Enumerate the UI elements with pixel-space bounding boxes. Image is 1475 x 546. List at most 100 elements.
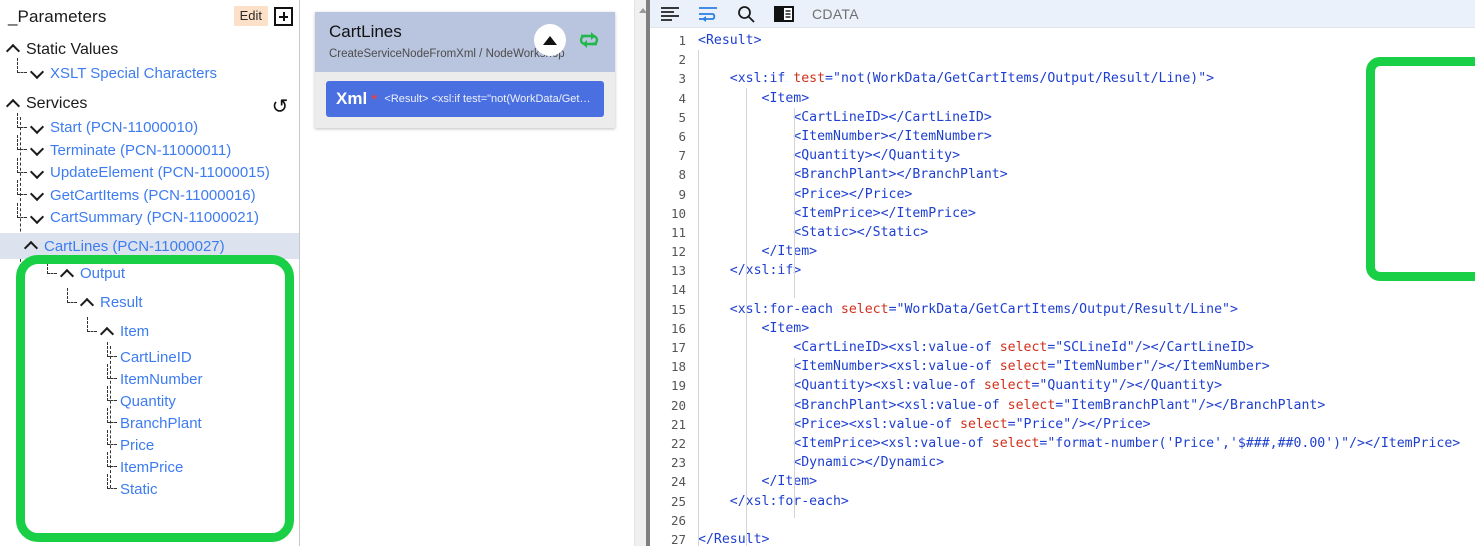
line-number: 9 (678, 186, 686, 202)
xml-chip-snippet: <Result> <xsl:if test="not(WorkData/GetC… (384, 93, 594, 105)
page-title: _Parameters (8, 7, 107, 26)
tree-leaf-price[interactable]: Price (0, 430, 299, 456)
tree-connector (44, 258, 60, 285)
chevron-up-icon (24, 239, 38, 253)
editor-mode-label: CDATA (812, 5, 859, 22)
code-content-area[interactable]: 1 2 3 4 5 6 7 8 9 10 11 12 13 14 15 16 17 18 19 20 21 22 23 24 2… (650, 28, 1475, 546)
code-line[interactable]: </xsl:if> (698, 261, 1460, 280)
code-line[interactable]: </Item> (698, 472, 1460, 491)
tree-item-label: CartLines (PCN-11000027) (44, 237, 225, 255)
code-line[interactable]: <Result> (698, 31, 1460, 50)
card-body: Xml * <Result> <xsl:if test="not(WorkDat… (315, 72, 615, 128)
code-line[interactable] (698, 280, 1460, 299)
tree-connector (64, 287, 80, 314)
code-line[interactable]: <Price><xsl:value-of select="Price"/></P… (698, 415, 1460, 434)
tree-item-label: ItemPrice (120, 458, 184, 476)
code-line[interactable]: <Quantity></Quantity> (698, 146, 1460, 165)
code-line[interactable]: <xsl:if test="not(WorkData/GetCartItems/… (698, 69, 1460, 88)
chevron-up-icon (6, 42, 20, 56)
line-number: 3 (678, 71, 686, 87)
code-line[interactable]: <xsl:for-each select="WorkData/GetCartIt… (698, 300, 1460, 319)
tree-item-xslt-special-characters[interactable]: XSLT Special Characters (0, 58, 299, 85)
tree-group-label: Services (26, 95, 88, 112)
cartlines-card: CartLines CreateServiceNodeFromXml / Nod… (315, 12, 615, 128)
sidebar-item-terminate[interactable]: Terminate (PCN-11000011) (0, 135, 299, 162)
tree-connector (14, 58, 30, 84)
parameters-panel-header: _Parameters Edit (0, 0, 299, 36)
code-line[interactable]: <CartLineID></CartLineID> (698, 108, 1460, 127)
code-line[interactable]: <Item> (698, 319, 1460, 338)
line-number: 12 (670, 244, 686, 260)
tree-item-label: Result (100, 294, 143, 311)
tree-leaf-itemnumber[interactable]: ItemNumber (0, 364, 299, 390)
code-line[interactable]: <Dynamic></Dynamic> (698, 453, 1460, 472)
code-line[interactable]: </Item> (698, 242, 1460, 261)
tree-leaf-static[interactable]: Static (0, 474, 299, 500)
line-number: 8 (678, 167, 686, 183)
code-line[interactable]: <Item> (698, 89, 1460, 108)
word-wrap-icon[interactable] (696, 3, 720, 25)
tree-node-result[interactable]: Result (0, 287, 299, 317)
code-line[interactable]: <Quantity><xsl:value-of select="Quantity… (698, 376, 1460, 395)
sidebar-item-getcartitems[interactable]: GetCartItems (PCN-11000016) (0, 180, 299, 207)
panel-header-actions: Edit (233, 6, 293, 26)
code-line[interactable]: <CartLineID><xsl:value-of select="SCLine… (698, 338, 1460, 357)
search-icon[interactable] (734, 3, 758, 25)
sidebar-item-cartlines[interactable]: CartLines (PCN-11000027) (0, 233, 299, 259)
line-number: 6 (678, 128, 686, 144)
triangle-up-icon[interactable] (534, 24, 566, 56)
code-lines[interactable]: <Result> <xsl:if test="not(WorkData/GetC… (698, 28, 1460, 546)
align-left-icon[interactable] (658, 3, 682, 25)
code-line[interactable]: <Static></Static> (698, 223, 1460, 242)
tree-leaf-quantity[interactable]: Quantity (0, 386, 299, 412)
code-line[interactable] (698, 50, 1460, 69)
tree-leaf-cartlineid[interactable]: CartLineID (0, 342, 299, 368)
tree-connector (14, 202, 30, 229)
sidebar-item-start[interactable]: Start (PCN-11000010) (0, 112, 299, 140)
indent-guide (746, 88, 747, 546)
chevron-up-icon (80, 296, 94, 310)
toggle-panel-icon[interactable] (772, 3, 796, 25)
code-line[interactable]: <ItemNumber><xsl:value-of select="ItemNu… (698, 357, 1460, 376)
tree-connector (104, 474, 120, 500)
parameters-panel: _Parameters Edit ↺ Static Values XSLT Sp… (0, 0, 300, 546)
code-line[interactable]: <ItemPrice></ItemPrice> (698, 204, 1460, 223)
chevron-down-icon (30, 166, 44, 180)
tree-group-label: Static Values (26, 40, 119, 58)
tree-group-static-values[interactable]: Static Values (0, 36, 299, 62)
tree-leaf-branchplant[interactable]: BranchPlant (0, 408, 299, 434)
tree-leaf-itemprice[interactable]: ItemPrice (0, 452, 299, 478)
tree-node-item[interactable]: Item (0, 316, 299, 346)
code-line[interactable]: <BranchPlant><xsl:value-of select="ItemB… (698, 396, 1460, 415)
plus-icon[interactable] (274, 6, 293, 26)
tree-item-label: Item (120, 323, 150, 340)
chevron-up-icon (6, 97, 20, 111)
code-line[interactable]: </xsl:for-each> (698, 492, 1460, 511)
tree-group-services[interactable]: Services (0, 91, 299, 117)
sidebar-item-updateelement[interactable]: UpdateElement (PCN-11000015) (0, 157, 299, 185)
xml-value-chip[interactable]: Xml * <Result> <xsl:if test="not(WorkDat… (326, 81, 604, 117)
tree-item-label: ItemNumber (120, 370, 203, 388)
sidebar-item-cartsummary[interactable]: CartSummary (PCN-11000021) (0, 202, 299, 230)
chevron-down-icon (30, 143, 44, 157)
tree-node-output[interactable]: Output (0, 258, 299, 288)
tree-item-label: XSLT Special Characters (50, 64, 218, 82)
code-line[interactable]: <ItemNumber></ItemNumber> (698, 127, 1460, 146)
chevron-down-icon (30, 211, 44, 225)
card-header-actions (534, 24, 605, 56)
code-line[interactable] (698, 511, 1460, 530)
code-line[interactable]: </Result> (698, 530, 1460, 546)
edit-button[interactable]: Edit (233, 6, 268, 26)
chevron-down-icon (30, 188, 44, 202)
line-number: 16 (670, 320, 686, 336)
tree-item-label: UpdateElement (PCN-11000015) (50, 164, 270, 182)
refresh-circular-icon[interactable] (573, 24, 605, 56)
indent-guide (794, 358, 795, 518)
code-line[interactable]: <BranchPlant></BranchPlant> (698, 165, 1460, 184)
node-workshop-panel: CartLines CreateServiceNodeFromXml / Nod… (300, 0, 650, 546)
card-header: CartLines CreateServiceNodeFromXml / Nod… (315, 12, 615, 72)
code-line[interactable]: <Price></Price> (698, 185, 1460, 204)
tree-item-label: Price (120, 436, 155, 454)
code-line[interactable]: <ItemPrice><xsl:value-of select="format-… (698, 434, 1460, 453)
line-number: 21 (670, 416, 686, 432)
